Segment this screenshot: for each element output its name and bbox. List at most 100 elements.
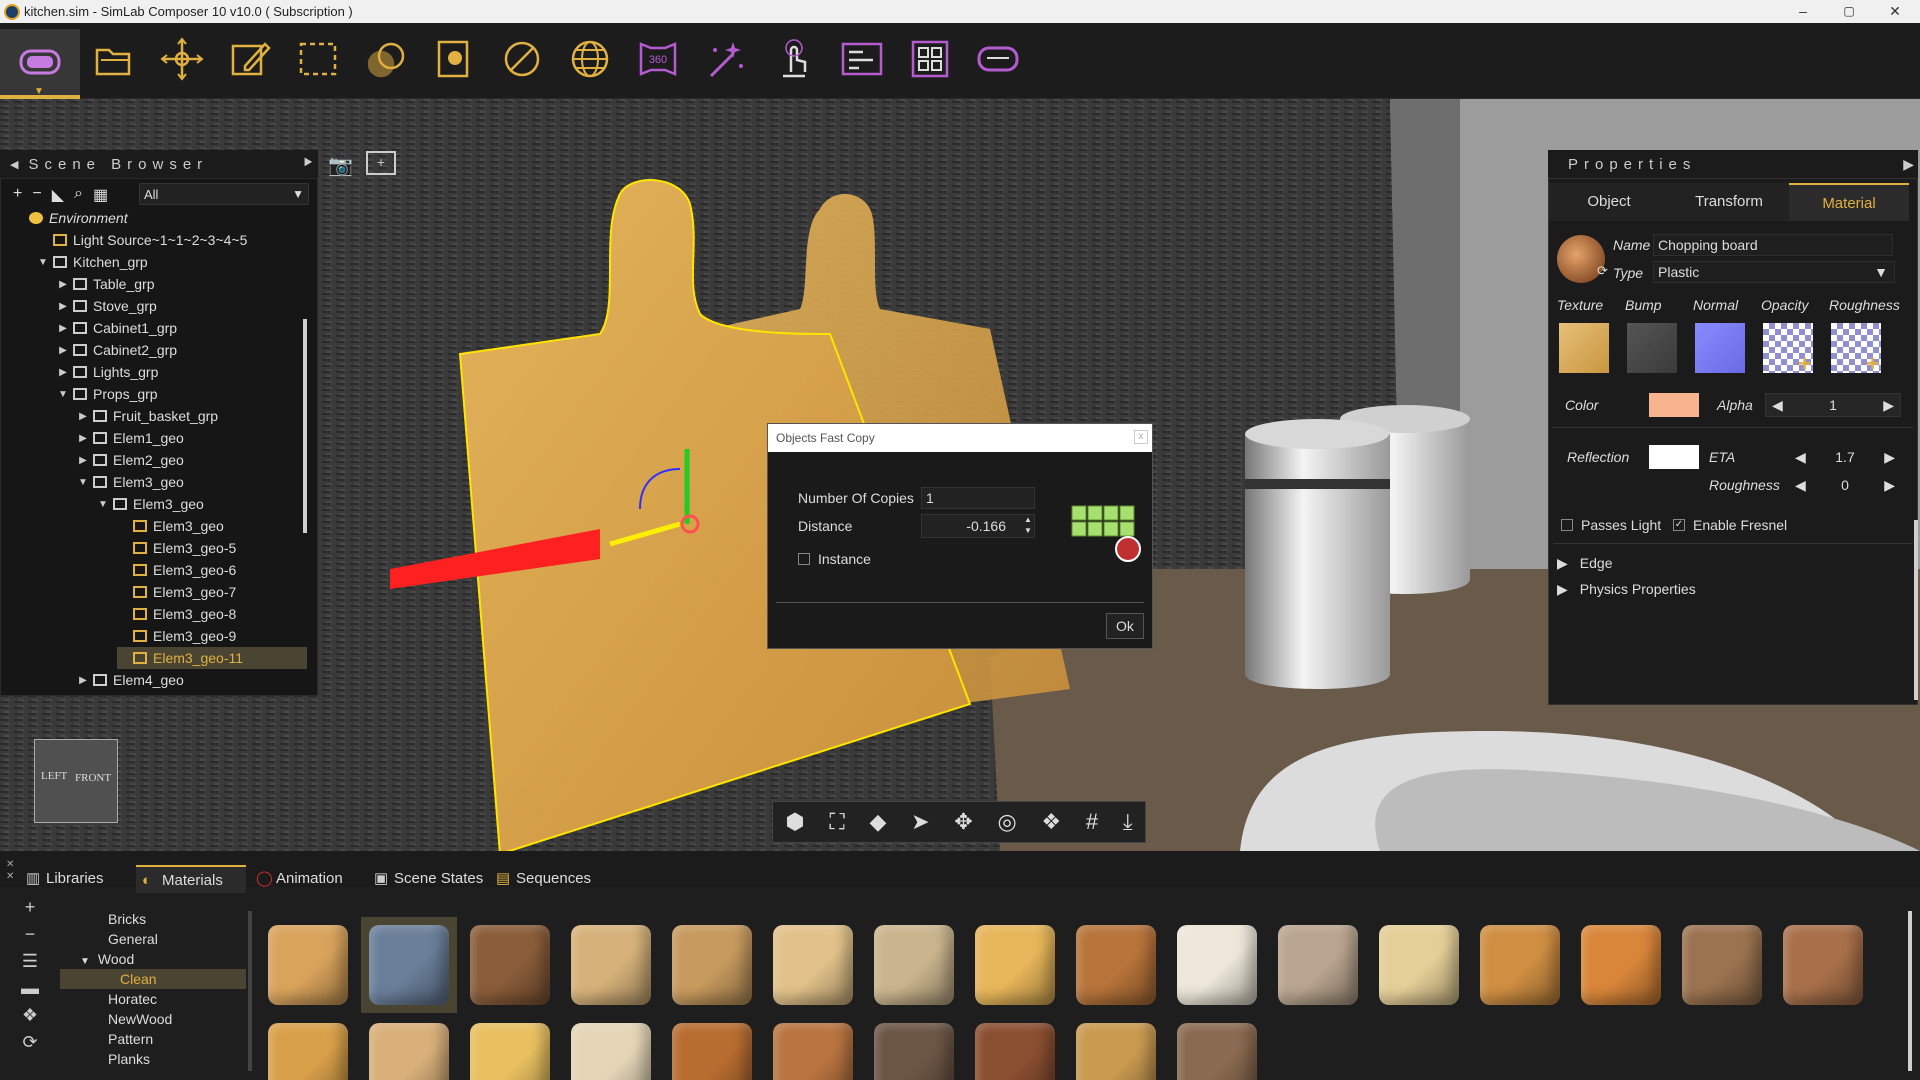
collapse-icon[interactable]: ▼ bbox=[57, 389, 69, 400]
material-swatch[interactable] bbox=[1173, 1019, 1261, 1080]
expand-icon[interactable]: ▶ bbox=[1557, 581, 1568, 598]
material-swatch[interactable] bbox=[1072, 1019, 1160, 1080]
material-swatch[interactable] bbox=[668, 921, 756, 1009]
decrement-icon[interactable]: ◀ bbox=[1795, 449, 1806, 466]
tree-item[interactable]: ▶ Cabinet2_grp bbox=[57, 339, 307, 361]
increment-icon[interactable]: ▶ bbox=[1884, 449, 1895, 466]
refresh-icon[interactable]: ⟳ bbox=[1597, 263, 1608, 279]
ok-button[interactable]: Ok bbox=[1106, 613, 1144, 639]
material-swatch[interactable] bbox=[1577, 921, 1665, 1009]
tree-item[interactable]: Elem3_geo-11 bbox=[117, 647, 307, 669]
material-swatch[interactable] bbox=[769, 921, 857, 1009]
color-swatch[interactable] bbox=[1649, 393, 1699, 417]
walk-icon[interactable]: ✥ bbox=[954, 809, 972, 835]
fit-view-icon[interactable]: ⛶ bbox=[829, 809, 844, 835]
library-item[interactable]: NewWood bbox=[108, 1009, 238, 1029]
material-swatch[interactable] bbox=[1173, 921, 1261, 1009]
shading-icon[interactable]: ⬢ bbox=[785, 809, 804, 835]
tab-object[interactable]: Object bbox=[1549, 183, 1669, 221]
material-swatch[interactable] bbox=[1274, 921, 1362, 1009]
remove-icon[interactable]: − bbox=[25, 924, 36, 945]
distance-spinner[interactable]: -0.166 bbox=[921, 514, 1035, 538]
minimize-button[interactable]: – bbox=[1780, 0, 1826, 23]
collapse-right-icon[interactable]: ▶ bbox=[1903, 156, 1914, 173]
sequence-button[interactable] bbox=[834, 31, 890, 87]
passes-light-option[interactable]: Passes Light bbox=[1561, 517, 1661, 533]
tree-item[interactable]: Light Source~1~1~2~3~4~5 bbox=[37, 229, 307, 251]
material-swatch[interactable] bbox=[1678, 921, 1766, 1009]
expand-icon[interactable]: ▶ bbox=[77, 433, 89, 444]
vr-headset-button[interactable]: ▼ bbox=[0, 29, 80, 99]
eyedropper-icon[interactable]: ◣ bbox=[52, 185, 64, 205]
decrement-icon[interactable]: ◀ bbox=[1772, 397, 1783, 414]
tree-item[interactable]: Elem3_geo-8 bbox=[117, 603, 307, 625]
expand-icon[interactable]: ▶ bbox=[57, 323, 69, 334]
material-swatch[interactable] bbox=[668, 1019, 756, 1080]
magic-button[interactable] bbox=[698, 31, 754, 87]
search-icon[interactable]: ⌕ bbox=[74, 185, 83, 205]
tree-item[interactable]: Elem3_geo-7 bbox=[117, 581, 307, 603]
material-name-field[interactable]: Chopping board bbox=[1653, 234, 1893, 256]
tree-item[interactable]: ▶ Elem4_geo bbox=[77, 669, 307, 691]
increment-icon[interactable]: ▶ bbox=[1884, 477, 1895, 494]
tab-scene-states[interactable]: ▣ Scene States bbox=[368, 865, 500, 893]
tree-item[interactable]: ▶ Elem2_geo bbox=[77, 449, 307, 471]
library-tree-scrollbar[interactable] bbox=[248, 911, 252, 1071]
material-swatch[interactable] bbox=[567, 921, 655, 1009]
reflection-swatch[interactable] bbox=[1649, 445, 1699, 469]
copies-field[interactable]: 1 bbox=[921, 487, 1035, 509]
grid-icon[interactable]: # bbox=[1086, 809, 1098, 835]
360-button[interactable]: 360 bbox=[630, 31, 686, 87]
expand-icon[interactable]: ▶ bbox=[77, 675, 89, 686]
material-swatch[interactable] bbox=[1072, 921, 1160, 1009]
alpha-spinner[interactable]: ◀ 1 ▶ bbox=[1765, 393, 1901, 417]
library-item[interactable]: Planks bbox=[108, 1049, 238, 1069]
tree-item[interactable]: ▶ Table_grp bbox=[57, 273, 307, 295]
texture-map-thumbnail[interactable] bbox=[1559, 323, 1609, 373]
material-swatch[interactable] bbox=[971, 1019, 1059, 1080]
expand-icon[interactable]: ▶ bbox=[57, 367, 69, 378]
library-item[interactable]: Clean bbox=[60, 969, 246, 989]
camera-icon[interactable]: 📷 bbox=[328, 153, 353, 178]
library-item[interactable]: General bbox=[108, 929, 238, 949]
view-cube-front[interactable]: FRONT bbox=[75, 772, 111, 784]
drop-icon[interactable]: ⤓ bbox=[1123, 809, 1133, 835]
type-select[interactable]: Plastic ▼ bbox=[1653, 261, 1895, 283]
scene-button[interactable] bbox=[426, 31, 482, 87]
pin-panel-icon[interactable]: ⯈ bbox=[301, 155, 314, 173]
material-swatch[interactable] bbox=[1779, 921, 1867, 1009]
panel-close-icon[interactable]: ✕ ✕ bbox=[6, 859, 14, 883]
expand-icon[interactable]: ▶ bbox=[57, 301, 69, 312]
remove-icon[interactable]: − bbox=[32, 185, 41, 205]
physics-section[interactable]: ▶ Physics Properties bbox=[1557, 581, 1696, 598]
roughness-spinner[interactable]: ◀ 0 ▶ bbox=[1789, 473, 1901, 497]
add-view-icon[interactable]: + bbox=[366, 151, 396, 175]
enable-fresnel-option[interactable]: ✓ Enable Fresnel bbox=[1673, 517, 1787, 533]
no-entry-button[interactable] bbox=[494, 31, 550, 87]
library-item[interactable]: Bricks bbox=[108, 909, 238, 929]
material-swatch[interactable] bbox=[870, 1019, 958, 1080]
material-swatch[interactable] bbox=[1476, 921, 1564, 1009]
spinner-arrows-icon[interactable]: ▲ ▼ bbox=[1024, 514, 1032, 536]
add-map-icon[interactable]: + bbox=[1798, 351, 1811, 377]
collapse-icon[interactable]: ▼ bbox=[77, 477, 89, 488]
tree-item[interactable]: Elem3_geo-9 bbox=[117, 625, 307, 647]
add-icon[interactable]: + bbox=[13, 185, 22, 205]
scrollbar[interactable] bbox=[303, 319, 307, 533]
collapse-icon[interactable]: ▼ bbox=[97, 499, 109, 510]
folder-icon[interactable]: ▬ bbox=[21, 978, 39, 999]
tree-item[interactable]: Environment bbox=[13, 207, 293, 229]
filter-select[interactable]: All ▼ bbox=[139, 183, 309, 205]
filter-icon[interactable]: ▦ bbox=[93, 185, 108, 205]
tree-item[interactable]: ▼ Kitchen_grp bbox=[37, 251, 307, 273]
expand-icon[interactable]: ▶ bbox=[77, 411, 89, 422]
passes-light-checkbox[interactable] bbox=[1561, 519, 1573, 531]
add-icon[interactable]: + bbox=[25, 897, 36, 918]
material-swatch[interactable] bbox=[769, 1019, 857, 1080]
tab-sequences[interactable]: ▤ Sequences bbox=[490, 865, 600, 893]
tree-item[interactable]: ▼ Props_grp bbox=[57, 383, 307, 405]
material-swatch[interactable] bbox=[466, 1019, 554, 1080]
increment-icon[interactable]: ▶ bbox=[1883, 397, 1894, 414]
bump-map-thumbnail[interactable] bbox=[1627, 323, 1677, 373]
view-cube[interactable]: LEFT FRONT bbox=[34, 739, 118, 823]
